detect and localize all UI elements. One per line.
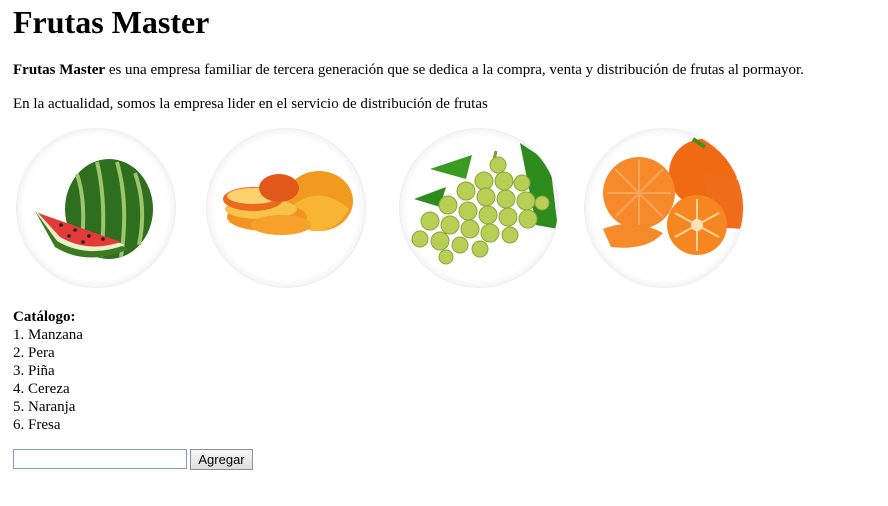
intro-second-line: En la actualidad, somos la empresa lider… xyxy=(13,96,488,112)
intro-paragraph: Frutas Master es una empresa familiar de… xyxy=(13,61,804,79)
list-item: 6. Fresa xyxy=(13,417,61,433)
list-item: 3. Piña xyxy=(13,363,55,379)
tangerine-image xyxy=(584,128,744,288)
list-item: 5. Naranja xyxy=(13,399,76,415)
catalog: Catálogo: 1. Manzana 2. Pera 3. Piña 4. … xyxy=(13,308,83,434)
intro-text: es una empresa familiar de tercera gener… xyxy=(105,62,804,78)
grapes-image xyxy=(399,128,559,288)
list-item: 1. Manzana xyxy=(13,327,83,343)
watermelon-image xyxy=(16,128,176,288)
fruit-input[interactable] xyxy=(13,449,187,469)
list-item: 4. Cereza xyxy=(13,381,70,397)
list-item: 2. Pera xyxy=(13,345,55,361)
catalog-list: 1. Manzana 2. Pera 3. Piña 4. Cereza 5. … xyxy=(13,326,83,434)
add-button[interactable]: Agregar xyxy=(190,449,253,470)
intro-brand: Frutas Master xyxy=(13,62,106,78)
peach-image xyxy=(206,128,366,288)
catalog-title: Catálogo: xyxy=(13,309,76,325)
fruit-gallery xyxy=(13,128,773,288)
page-title: Frutas Master xyxy=(13,4,210,40)
